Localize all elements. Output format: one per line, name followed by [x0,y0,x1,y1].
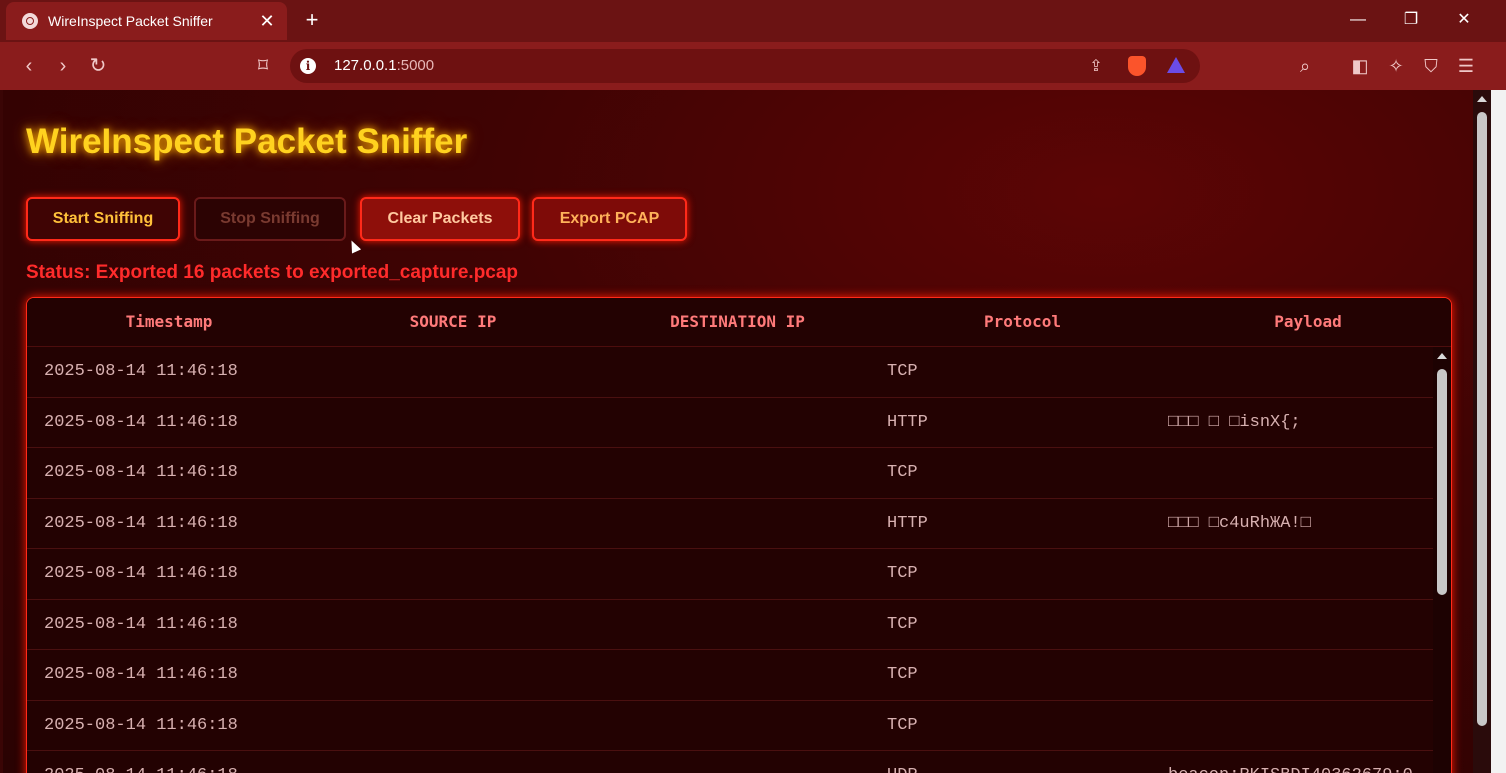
cell-payload: □□□ □ □isnX{; [1168,412,1301,432]
minimize-icon[interactable]: — [1343,8,1373,32]
table-row[interactable]: 2025-08-14 11:46:18 HTTP □□□ □c4uRhЖA!□ [27,499,1433,549]
page-scrollbar[interactable] [1473,90,1491,773]
bookmark-icon[interactable]: ⌑ [251,54,275,78]
menu-icon[interactable]: ☰ [1454,54,1478,78]
restore-icon[interactable]: ❐ [1396,8,1426,32]
table-scrollbar[interactable] [1433,347,1451,773]
cell-timestamp: 2025-08-14 11:46:18 [44,665,238,684]
table-row[interactable]: 2025-08-14 11:46:18 TCP [27,600,1433,650]
search-tabs-icon[interactable]: ⌕ [1293,54,1317,78]
header-source-ip: SOURCE IP [409,312,497,331]
header-destination-ip: DESTINATION IP [670,312,805,331]
cell-payload: □□□ □c4uRhЖA!□ [1168,513,1311,533]
cell-timestamp: 2025-08-14 11:46:18 [44,751,238,773]
table-header: Timestamp SOURCE IP DESTINATION IP Proto… [27,298,1451,347]
page-title: WireInspect Packet Sniffer [26,122,468,161]
cell-protocol: TCP [887,665,918,684]
table-row[interactable]: 2025-08-14 11:46:18 TCP [27,701,1433,751]
table-row[interactable]: 2025-08-14 11:46:18 HTTP □□□ □ □isnX{; [27,398,1433,448]
export-pcap-button[interactable]: Export PCAP [532,197,687,241]
sidebar-icon[interactable]: ◧ [1348,54,1372,78]
cell-timestamp: 2025-08-14 11:46:18 [44,564,238,583]
stop-sniffing-button[interactable]: Stop Sniffing [194,197,346,241]
cell-protocol: UDP [887,751,918,773]
forward-icon[interactable]: › [51,54,75,78]
cell-protocol: TCP [887,463,918,482]
cell-timestamp: 2025-08-14 11:46:18 [44,412,238,432]
cell-protocol: TCP [887,614,918,634]
url-text: 127.0.0.1:5000 [334,57,435,74]
cell-timestamp: 2025-08-14 11:46:18 [44,513,238,533]
vpn-icon[interactable]: ⛉ [1419,54,1443,78]
table-scroll-thumb[interactable] [1437,369,1447,595]
table-row[interactable]: 2025-08-14 11:46:18 TCP [27,347,1433,398]
tab-bar: WireInspect Packet Sniffer ✕ + — ❐ ✕ [0,0,1506,42]
globe-icon [22,13,38,29]
brave-shields-icon[interactable] [1128,56,1146,76]
cell-timestamp: 2025-08-14 11:46:18 [44,362,238,381]
cell-protocol: HTTP [887,412,928,432]
window-edge [1491,90,1506,773]
packet-table: Timestamp SOURCE IP DESTINATION IP Proto… [26,297,1452,773]
header-timestamp: Timestamp [125,312,213,331]
share-icon[interactable]: ⇪ [1086,57,1106,77]
cell-protocol: TCP [887,715,918,735]
mouse-cursor-icon [346,238,362,254]
reload-icon[interactable]: ↻ [86,54,110,78]
browser-toolbar: ‹ › ↻ ⌑ i 127.0.0.1:5000 ⇪ ⌕ ◧ ✧ ⛉ ☰ [0,42,1506,90]
cell-protocol: TCP [887,564,918,583]
cell-payload: beacon:RKISBDI40362679:0 [1168,751,1413,773]
table-row[interactable]: 2025-08-14 11:46:18 UDP beacon:RKISBDI40… [27,751,1433,773]
status-text: Status: Exported 16 packets to exported_… [26,262,519,283]
cell-protocol: TCP [887,362,918,381]
header-payload: Payload [1274,312,1342,331]
page-scroll-thumb[interactable] [1477,112,1487,726]
brave-rewards-icon[interactable] [1167,57,1185,73]
start-sniffing-button[interactable]: Start Sniffing [26,197,180,241]
back-icon[interactable]: ‹ [17,54,41,78]
leo-ai-icon[interactable]: ✧ [1384,54,1408,78]
scroll-up-icon[interactable] [1437,353,1447,359]
cell-timestamp: 2025-08-14 11:46:18 [44,614,238,634]
new-tab-button[interactable]: + [300,8,324,32]
cell-timestamp: 2025-08-14 11:46:18 [44,715,238,735]
table-row[interactable]: 2025-08-14 11:46:18 TCP [27,448,1433,499]
site-info-icon[interactable]: i [300,58,316,74]
table-row[interactable]: 2025-08-14 11:46:18 TCP [27,650,1433,701]
cell-timestamp: 2025-08-14 11:46:18 [44,463,238,482]
page-scroll-up-icon[interactable] [1477,96,1487,102]
cell-protocol: HTTP [887,513,928,533]
clear-packets-button[interactable]: Clear Packets [360,197,520,241]
table-row[interactable]: 2025-08-14 11:46:18 TCP [27,549,1433,600]
page-viewport: WireInspect Packet Sniffer Start Sniffin… [3,90,1473,773]
header-protocol: Protocol [983,312,1062,331]
table-body: 2025-08-14 11:46:18 TCP 2025-08-14 11:46… [27,347,1433,773]
tab-title: WireInspect Packet Sniffer [48,13,213,29]
close-tab-icon[interactable]: ✕ [255,11,279,32]
browser-tab[interactable]: WireInspect Packet Sniffer ✕ [6,2,287,40]
address-bar[interactable]: i 127.0.0.1:5000 ⇪ [290,49,1200,83]
close-window-icon[interactable]: ✕ [1449,8,1479,32]
